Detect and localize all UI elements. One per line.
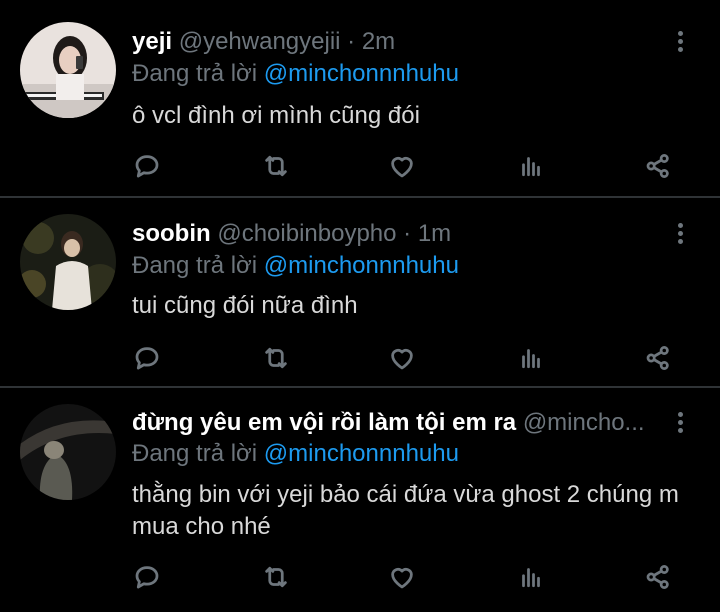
- reply-context: Đang trả lời @minchonnnhuhu: [132, 251, 459, 281]
- reply-context: Đang trả lời @minchonnnhuhu: [132, 439, 459, 469]
- tweet-header: soobin @choibinboypho · 1m: [132, 219, 660, 249]
- separator: ·: [340, 28, 362, 55]
- avatar[interactable]: [20, 22, 116, 118]
- analytics-icon[interactable]: [513, 340, 549, 376]
- timestamp[interactable]: 2m: [362, 28, 395, 55]
- tweet-text: thằng bin với yeji bảo cái đứa vừa ghost…: [132, 481, 679, 540]
- share-icon[interactable]: [640, 340, 676, 376]
- tweet[interactable]: đừng yêu em vội rồi làm tội em ra @minch…: [0, 388, 720, 612]
- timestamp[interactable]: 1m: [418, 220, 451, 247]
- like-icon[interactable]: [384, 340, 420, 376]
- more-icon[interactable]: [672, 220, 688, 250]
- retweet-icon[interactable]: [258, 148, 294, 184]
- user-handle[interactable]: @yehwangyejii: [179, 28, 341, 55]
- retweet-icon[interactable]: [258, 340, 294, 376]
- action-bar: [0, 559, 720, 595]
- reply-context: Đang trả lời @minchonnnhuhu: [132, 59, 459, 89]
- mention-link[interactable]: @minchonnnhuhu: [264, 60, 459, 87]
- tweet-header: yeji @yehwangyejii · 2m: [132, 27, 660, 57]
- mention-link[interactable]: @minchonnnhuhu: [264, 252, 459, 279]
- user-handle[interactable]: @choibinboypho: [217, 220, 396, 247]
- action-bar: [0, 148, 720, 184]
- more-icon[interactable]: [672, 28, 688, 58]
- like-icon[interactable]: [384, 148, 420, 184]
- separator: ·: [396, 220, 418, 247]
- mention-link[interactable]: @minchonnnhuhu: [264, 440, 459, 467]
- tweet[interactable]: yeji @yehwangyejii · 2m Đang trả lời @mi…: [0, 0, 720, 194]
- display-name[interactable]: đừng yêu em vội rồi làm tội em ra: [132, 409, 516, 436]
- avatar[interactable]: [20, 404, 116, 500]
- user-handle[interactable]: @mincho...: [523, 409, 645, 436]
- analytics-icon[interactable]: [513, 148, 549, 184]
- reply-prefix: Đang trả lời: [132, 440, 264, 467]
- retweet-icon[interactable]: [258, 559, 294, 595]
- tweet[interactable]: soobin @choibinboypho · 1m Đang trả lời …: [0, 198, 720, 386]
- reply-icon[interactable]: [129, 559, 165, 595]
- reply-prefix: Đang trả lời: [132, 60, 264, 87]
- share-icon[interactable]: [640, 559, 676, 595]
- tweet-text: ô vcl đình ơi mình cũng đói: [132, 102, 420, 129]
- display-name[interactable]: yeji: [132, 28, 172, 55]
- analytics-icon[interactable]: [513, 559, 549, 595]
- tweet-header: đừng yêu em vội rồi làm tội em ra @minch…: [132, 408, 660, 438]
- more-icon[interactable]: [672, 409, 688, 439]
- share-icon[interactable]: [640, 148, 676, 184]
- tweet-text: tui cũng đói nữa đình: [132, 292, 358, 319]
- reply-prefix: Đang trả lời: [132, 252, 264, 279]
- reply-icon[interactable]: [129, 340, 165, 376]
- reply-icon[interactable]: [129, 148, 165, 184]
- display-name[interactable]: soobin: [132, 220, 211, 247]
- avatar[interactable]: [20, 214, 116, 310]
- action-bar: [0, 340, 720, 376]
- like-icon[interactable]: [384, 559, 420, 595]
